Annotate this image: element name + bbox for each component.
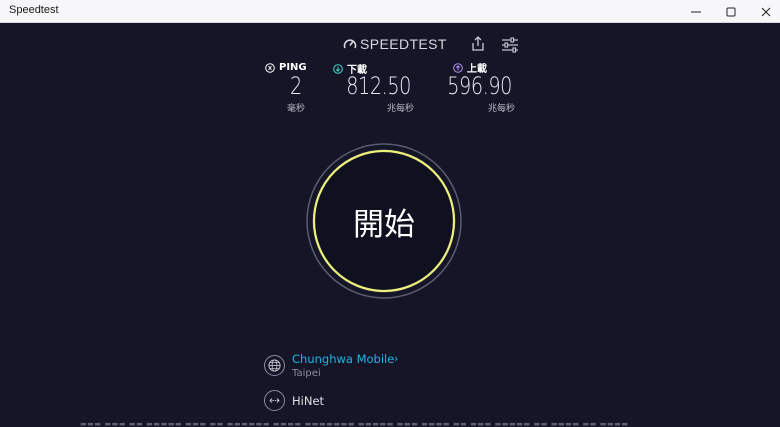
settings-button[interactable] xyxy=(500,35,520,55)
logo-text: SPEEDTEST xyxy=(360,36,447,52)
minimize-icon xyxy=(691,11,701,12)
download-value: 812.50 xyxy=(346,72,411,100)
upload-unit: 兆每秒 xyxy=(487,104,515,114)
upload-value: 596.90 xyxy=(447,72,512,100)
footer-cutoff-text: ▬▬▬ ▬▬▬ ▬▬ ▬▬▬▬▬ ▬▬▬ ▬▬ ▬▬▬▬▬▬ ▬▬▬▬ ▬▬▬▬… xyxy=(80,422,629,427)
isp-icon-wrap xyxy=(264,355,285,376)
main-panel: SPEEDTEST PING 2 毫秒 下載 812.50 兆每秒 上載 596… xyxy=(0,23,780,427)
chevron-right-icon[interactable]: › xyxy=(394,352,398,365)
ping-unit: 毫秒 xyxy=(286,104,305,114)
server-icon-wrap[interactable] xyxy=(264,390,285,411)
globe-icon xyxy=(268,359,281,372)
close-icon xyxy=(761,7,771,16)
ping-icon xyxy=(265,62,275,73)
upload-arrow-icon xyxy=(453,62,463,73)
maximize-icon xyxy=(726,7,736,16)
share-button[interactable] xyxy=(468,34,488,54)
sliders-icon xyxy=(502,37,518,53)
start-button[interactable]: 開始 xyxy=(305,142,463,300)
gauge-icon xyxy=(343,39,357,49)
minimize-button[interactable] xyxy=(679,0,713,23)
share-icon xyxy=(472,36,484,51)
server-name[interactable]: HiNet xyxy=(292,394,324,408)
ping-value: 2 xyxy=(290,72,302,100)
close-button[interactable] xyxy=(749,0,780,23)
window-title: Speedtest xyxy=(9,4,59,16)
isp-location: Taipei xyxy=(292,368,321,379)
start-button-label: 開始 xyxy=(353,206,415,243)
maximize-button[interactable] xyxy=(714,0,748,23)
speedtest-logo: SPEEDTEST xyxy=(343,35,447,53)
title-bar: Speedtest xyxy=(0,0,780,23)
isp-name-link[interactable]: Chunghwa Mobile xyxy=(292,352,394,366)
download-unit: 兆每秒 xyxy=(386,104,414,114)
server-arrows-icon xyxy=(269,398,280,403)
download-arrow-icon xyxy=(333,63,343,74)
